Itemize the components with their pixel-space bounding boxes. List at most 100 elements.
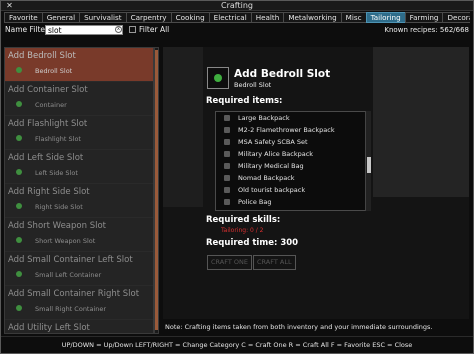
keyboard-hints: UP/DOWN = Up/Down LEFT/RIGHT = Change Ca… <box>1 336 473 353</box>
recipe-row[interactable]: Add Short Weapon Slot Short Weapon Slot <box>5 218 153 252</box>
window-title: Crafting <box>221 1 253 10</box>
bedroll-icon <box>214 74 222 82</box>
container-icon <box>16 305 22 311</box>
recipe-row-result: Small Right Container <box>35 305 107 313</box>
required-time: Required time: 300 <box>206 238 299 248</box>
flashlight-icon <box>16 135 22 141</box>
recipe-row[interactable]: Add Utility Left Slot <box>5 320 153 333</box>
clear-filter-icon[interactable]: x <box>115 26 122 33</box>
recipe-row-result: Small Left Container <box>35 271 102 279</box>
background-scene <box>373 47 469 197</box>
tab-carpentry[interactable]: Carpentry <box>125 12 172 23</box>
recipe-detail-panel: Add Bedroll Slot Bedroll Slot Required i… <box>163 47 469 319</box>
bedroll-icon <box>16 67 22 73</box>
recipe-row-result: Right Side Slot <box>35 203 83 211</box>
list-item: M2-2 Flamethrower Backpack <box>216 124 370 136</box>
filter-all-label: Filter All <box>139 25 170 34</box>
craft-one-button[interactable]: CRAFT ONE <box>207 255 252 270</box>
list-item: Military Medical Bag <box>216 160 370 172</box>
backpack-icon <box>224 139 230 145</box>
required-items-scroll-thumb[interactable] <box>367 157 371 173</box>
recipe-row-name: Add Left Side Slot <box>8 153 84 163</box>
tab-favorite[interactable]: Favorite <box>4 12 43 23</box>
item-name: MSA Safety SCBA Set <box>238 138 308 146</box>
recipe-row-result: Short Weapon Slot <box>35 237 96 245</box>
list-item: Large Backpack <box>216 112 370 124</box>
list-item: Old tourist backpack <box>216 184 370 196</box>
recipe-row[interactable]: Add Left Side Slot Left Side Slot <box>5 150 153 184</box>
tab-decoration[interactable]: Decora <box>442 12 470 23</box>
item-name: Large Backpack <box>238 114 290 122</box>
required-items-heading: Required items: <box>206 96 283 106</box>
tab-farming[interactable]: Farming <box>404 12 444 23</box>
item-name: Military Medical Bag <box>238 162 304 170</box>
backpack-icon <box>224 187 230 193</box>
tab-tailoring[interactable]: Tailoring <box>365 12 406 23</box>
recipe-result-name: Bedroll Slot <box>234 81 272 89</box>
item-name: Old tourist backpack <box>238 186 306 194</box>
container-icon <box>16 271 22 277</box>
recipe-row[interactable]: Add Small Container Right Slot Small Rig… <box>5 286 153 320</box>
known-recipes-count: Known recipes: 562/668 <box>384 26 469 34</box>
item-name: Nomad Backpack <box>238 174 295 182</box>
backpack-icon <box>224 151 230 157</box>
recipe-row-result: Flashlight Slot <box>35 135 81 143</box>
recipe-list-scroll-thumb[interactable] <box>155 50 158 330</box>
crafting-note: Note: Crafting items taken from both inv… <box>161 321 471 333</box>
bag-icon <box>224 163 230 169</box>
list-item: Nomad Backpack <box>216 172 370 184</box>
bag-icon <box>224 199 230 205</box>
name-filter-input[interactable] <box>45 25 123 35</box>
required-items-list: Large Backpack M2-2 Flamethrower Backpac… <box>215 111 371 211</box>
tab-electrical[interactable]: Electrical <box>208 12 252 23</box>
backpack-icon <box>224 127 230 133</box>
recipe-list: Add Bedroll Slot Bedroll Slot Add Contai… <box>4 47 154 334</box>
tab-general[interactable]: General <box>41 12 81 23</box>
recipe-row-name: Add Utility Left Slot <box>8 323 90 333</box>
name-filter-label: Name Filter: <box>5 25 51 34</box>
recipe-row-result: Bedroll Slot <box>35 67 73 75</box>
item-name: Military Alice Backpack <box>238 150 314 158</box>
container-icon <box>16 101 22 107</box>
backpack-icon <box>224 115 230 121</box>
recipe-result-icon-box <box>207 67 229 89</box>
tab-survivalist[interactable]: Survivalist <box>79 12 127 23</box>
list-item: MSA Safety SCBA Set <box>216 136 370 148</box>
slot-icon <box>16 203 22 209</box>
recipe-list-scrollbar[interactable] <box>154 47 159 334</box>
recipe-row-name: Add Right Side Slot <box>8 187 90 197</box>
recipe-row-name: Add Short Weapon Slot <box>8 221 106 231</box>
recipe-row[interactable]: Add Container Slot Container <box>5 82 153 116</box>
recipe-row[interactable]: Add Small Container Left Slot Small Left… <box>5 252 153 286</box>
recipe-row-name: Add Small Container Right Slot <box>8 289 140 299</box>
item-name: M2-2 Flamethrower Backpack <box>238 126 335 134</box>
category-tabs: Favorite General Survivalist Carpentry C… <box>4 12 470 23</box>
tab-misc[interactable]: Misc <box>340 12 367 23</box>
required-skill-tailoring: Tailoring: 0 / 2 <box>221 227 264 234</box>
recipe-row[interactable]: Add Flashlight Slot Flashlight Slot <box>5 116 153 150</box>
tab-metalworking[interactable]: Metalworking <box>283 12 342 23</box>
filter-all-checkbox[interactable] <box>129 26 136 33</box>
recipe-row-name: Add Container Slot <box>8 85 88 95</box>
recipe-row-name: Add Bedroll Slot <box>8 51 76 61</box>
craft-all-button[interactable]: CRAFT ALL <box>253 255 296 270</box>
required-items-scrollbar[interactable] <box>365 111 371 211</box>
backpack-icon <box>224 175 230 181</box>
recipe-row-name: Add Flashlight Slot <box>8 119 88 129</box>
recipe-row[interactable]: Add Right Side Slot Right Side Slot <box>5 184 153 218</box>
tab-cooking[interactable]: Cooking <box>170 12 210 23</box>
list-item: Police Bag <box>216 196 370 208</box>
item-name: Police Bag <box>238 198 272 206</box>
weapon-slot-icon <box>16 237 22 243</box>
background-scene <box>163 47 203 207</box>
recipe-title: Add Bedroll Slot <box>234 68 331 80</box>
slot-icon <box>16 169 22 175</box>
list-item: Military Alice Backpack <box>216 148 370 160</box>
tab-health[interactable]: Health <box>250 12 285 23</box>
recipe-row-result: Left Side Slot <box>35 169 78 177</box>
recipe-row-name: Add Small Container Left Slot <box>8 255 133 265</box>
recipe-row-result: Container <box>35 101 67 109</box>
title-bar: ✕ Crafting <box>1 1 473 11</box>
crafting-window: ✕ Crafting Favorite General Survivalist … <box>0 0 474 354</box>
recipe-row[interactable]: Add Bedroll Slot Bedroll Slot <box>5 48 153 82</box>
